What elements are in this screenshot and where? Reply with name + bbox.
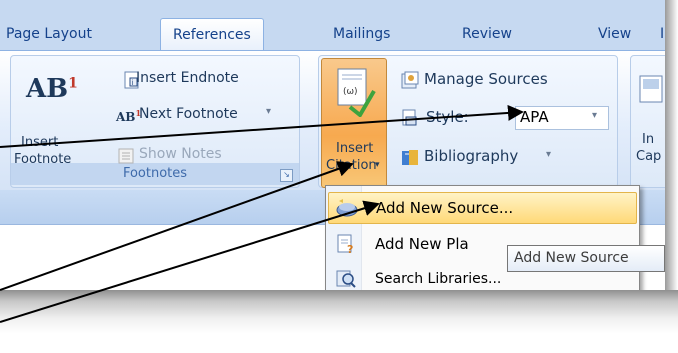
menu-item-search-libraries-label: Search Libraries... — [375, 271, 502, 287]
menu-item-add-new-source-label: Add New Source... — [376, 199, 514, 217]
insert-citation-icon: (ω) — [337, 68, 376, 117]
show-notes-icon — [118, 148, 134, 164]
bibliography-label: Bibliography — [424, 147, 519, 165]
style-dropdown[interactable]: APA ▾ — [515, 106, 609, 130]
next-footnote-icon: AB1 — [116, 108, 142, 124]
insert-citation-line1: Insert — [336, 141, 374, 156]
tab-partial[interactable]: I — [660, 26, 664, 42]
style-icon — [402, 109, 417, 126]
add-source-icon — [336, 199, 358, 217]
menu-item-add-new-source[interactable]: Add New Source... — [328, 192, 637, 224]
next-footnote-button[interactable]: AB1 Next Footnote ▾ — [116, 106, 291, 128]
style-selector[interactable]: Style: APA ▾ — [398, 106, 613, 130]
manage-sources-label: Manage Sources — [424, 70, 548, 88]
style-chevron-down-icon: ▾ — [592, 110, 598, 121]
show-notes-label: Show Notes — [139, 146, 222, 162]
insert-footnote-line2: Footnote — [14, 152, 72, 167]
style-label: Style: — [426, 108, 469, 126]
insert-citation-menu: Add New Source... ? Add New Pla Search L… — [325, 185, 640, 303]
tab-view[interactable]: View — [598, 26, 631, 42]
menu-item-add-new-placeholder-label: Add New Pla — [375, 235, 469, 253]
tooltip: Add New Source — [507, 245, 665, 272]
tab-review[interactable]: Review — [462, 26, 512, 42]
insert-footnote-line1: Insert — [21, 135, 59, 150]
window-bottom-shadow — [0, 290, 678, 353]
next-footnote-label: Next Footnote — [139, 106, 238, 122]
bibliography-button[interactable]: Bibliography ▾ — [398, 147, 613, 169]
manage-sources-icon — [401, 71, 419, 89]
style-value: APA — [520, 108, 549, 126]
tab-references[interactable]: References — [160, 18, 264, 51]
tab-page-layout[interactable]: Page Layout — [6, 26, 92, 42]
svg-text:(ω): (ω) — [343, 87, 358, 97]
insert-caption-icon — [639, 75, 663, 103]
search-libraries-icon — [336, 270, 356, 288]
show-notes-button[interactable]: Show Notes — [116, 146, 266, 168]
window-right-shadow — [665, 0, 678, 300]
tab-mailings[interactable]: Mailings — [333, 26, 390, 42]
insert-caption-button[interactable]: In Cap — [636, 74, 665, 174]
chevron-down-icon: ▾ — [266, 106, 272, 117]
dialog-launcher-icon[interactable]: ↘ — [280, 169, 293, 182]
ribbon-tab-bar: Page Layout References Mailings Review V… — [0, 0, 665, 51]
svg-text:?: ? — [347, 243, 353, 255]
add-placeholder-icon: ? — [337, 234, 353, 255]
insert-endnote-label: Insert Endnote — [136, 70, 239, 86]
insert-citation-button[interactable]: (ω) Insert Citation ▾ — [321, 58, 387, 188]
footnote-icon: AB1 — [26, 74, 78, 104]
insert-caption-line2: Cap — [636, 149, 662, 164]
citation-chevron-down-icon: ▾ — [375, 160, 380, 170]
bibliography-chevron-down-icon: ▾ — [546, 149, 552, 160]
manage-sources-button[interactable]: Manage Sources — [398, 70, 613, 92]
insert-citation-line2: Citation — [326, 158, 377, 173]
insert-caption-line1: In — [642, 132, 655, 147]
svg-text:i: i — [132, 79, 134, 87]
insert-endnote-button[interactable]: i Insert Endnote — [122, 70, 292, 92]
bibliography-icon — [402, 150, 418, 165]
insert-footnote-button[interactable]: AB1 Insert Footnote — [14, 62, 80, 167]
